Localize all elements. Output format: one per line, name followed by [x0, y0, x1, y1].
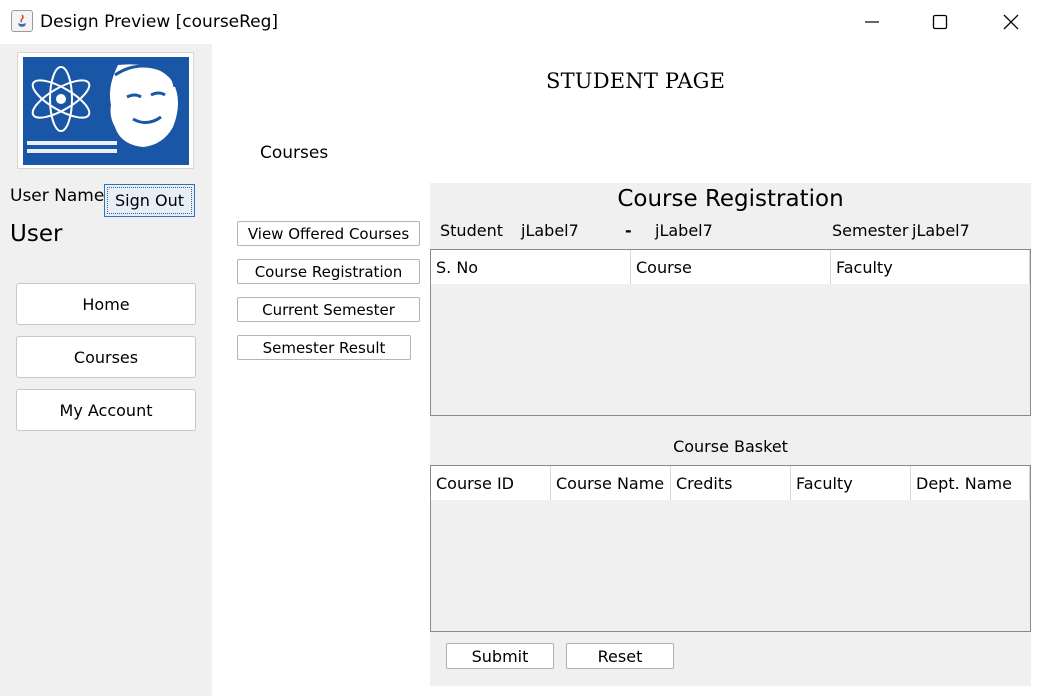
table-header: Course ID Course Name Credits Faculty De… [431, 466, 1030, 500]
course-registration-panel: Course Registration Student jLabel7 - jL… [430, 183, 1031, 686]
offered-courses-table[interactable]: S. No Course Faculty [430, 249, 1031, 416]
course-basket-table[interactable]: Course ID Course Name Credits Faculty De… [430, 465, 1031, 632]
table-header: S. No Course Faculty [431, 250, 1030, 284]
nav-courses-button[interactable]: Courses [16, 336, 196, 378]
student-value: jLabel7 [521, 221, 579, 240]
column-header-course-id[interactable]: Course ID [431, 466, 551, 500]
semester-value: jLabel7 [912, 221, 970, 240]
user-name: User [10, 221, 63, 247]
current-semester-button[interactable]: Current Semester [237, 297, 420, 322]
second-value: jLabel7 [655, 221, 713, 240]
column-header-faculty[interactable]: Faculty [791, 466, 911, 500]
view-offered-courses-button[interactable]: View Offered Courses [237, 221, 420, 246]
minimize-icon [865, 21, 879, 23]
institute-logo [17, 52, 194, 169]
maximize-button[interactable] [917, 0, 963, 44]
column-header-sno[interactable]: S. No [431, 250, 631, 284]
nav-home-button[interactable]: Home [16, 283, 196, 325]
student-label: Student [440, 221, 503, 240]
course-registration-button[interactable]: Course Registration [237, 259, 420, 284]
panel-title: Course Registration [617, 186, 844, 212]
nav-account-button[interactable]: My Account [16, 389, 196, 431]
sidebar: User Name Sign Out User Home Courses My … [0, 44, 212, 696]
window-title: Design Preview [courseReg] [40, 12, 279, 32]
column-header-credits[interactable]: Credits [671, 466, 791, 500]
maximize-icon [932, 14, 948, 30]
semester-result-button[interactable]: Semester Result [237, 335, 411, 360]
column-header-course[interactable]: Course [631, 250, 831, 284]
title-bar: Design Preview [courseReg] [0, 0, 1045, 44]
submit-button[interactable]: Submit [446, 643, 554, 669]
close-button[interactable] [988, 0, 1034, 44]
username-label: User Name [10, 186, 105, 206]
reset-button[interactable]: Reset [566, 643, 674, 669]
page-title: STUDENT PAGE [546, 69, 726, 93]
separator-dash: - [625, 221, 632, 240]
sign-out-button[interactable]: Sign Out [104, 184, 195, 217]
course-basket-label: Course Basket [673, 437, 788, 456]
java-app-icon [11, 10, 33, 32]
column-header-dept-name[interactable]: Dept. Name [911, 466, 1030, 500]
minimize-button[interactable] [849, 0, 895, 44]
section-label: Courses [260, 143, 329, 163]
column-header-faculty[interactable]: Faculty [831, 250, 1030, 284]
column-header-course-name[interactable]: Course Name [551, 466, 671, 500]
semester-label: Semester [832, 221, 909, 240]
close-icon [1003, 14, 1019, 30]
